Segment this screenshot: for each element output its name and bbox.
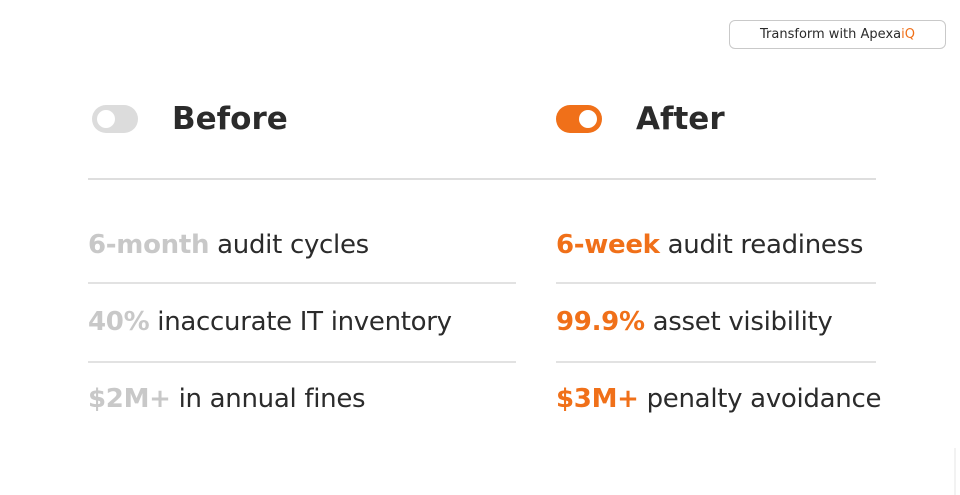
after-row-visibility: 99.9% asset visibility [556, 305, 833, 339]
after-row-highlight: 6-week [556, 230, 660, 260]
before-toggle[interactable] [92, 105, 138, 133]
before-row-text: inaccurate IT inventory [149, 307, 452, 337]
row-divider [88, 282, 516, 284]
before-row-text: audit cycles [209, 230, 369, 260]
after-row-penalty: $3M+ penalty avoidance [556, 382, 881, 416]
before-row-highlight: 6-month [88, 230, 210, 260]
after-toggle[interactable] [556, 105, 602, 133]
after-row-highlight: 99.9% [556, 307, 645, 337]
before-row-highlight: $2M+ [88, 384, 171, 414]
before-row-highlight: 40% [88, 307, 150, 337]
after-row-text: asset visibility [644, 307, 833, 337]
header-divider [88, 178, 876, 180]
after-toggle-knob [579, 110, 597, 128]
before-row-text: in annual fines [170, 384, 366, 414]
after-row-text: audit readiness [659, 230, 864, 260]
before-toggle-knob [97, 110, 115, 128]
cta-label-prefix: Transform with Apexa [760, 27, 902, 42]
before-row-inventory: 40% inaccurate IT inventory [88, 305, 452, 339]
before-row-fines: $2M+ in annual fines [88, 382, 366, 416]
transform-with-apexaiq-button[interactable]: Transform with Apexa iQ [729, 20, 946, 49]
after-heading: After [636, 101, 725, 137]
before-row-audit: 6-month audit cycles [88, 228, 369, 262]
edge-divider [954, 448, 956, 495]
after-row-text: penalty avoidance [638, 384, 882, 414]
after-row-highlight: $3M+ [556, 384, 639, 414]
before-heading: Before [172, 101, 288, 137]
row-divider [556, 361, 876, 363]
row-divider [556, 282, 876, 284]
after-row-audit: 6-week audit readiness [556, 228, 863, 262]
cta-label-accent: iQ [901, 27, 915, 42]
row-divider [88, 361, 516, 363]
